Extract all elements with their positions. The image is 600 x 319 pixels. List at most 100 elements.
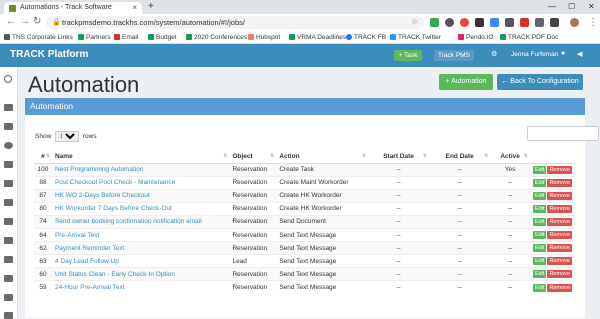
- remove-button[interactable]: Remove: [547, 257, 572, 266]
- automation-link[interactable]: 4 Day Lead Follow Up: [55, 258, 119, 265]
- edit-button[interactable]: Edit: [532, 270, 547, 279]
- bookmark-item[interactable]: Email: [114, 34, 138, 41]
- extension-icon[interactable]: [475, 18, 484, 27]
- cell-name[interactable]: 4 Day Lead Follow Up: [51, 254, 230, 268]
- bookmark-item[interactable]: 2020 Conferences: [186, 34, 247, 41]
- remove-button[interactable]: Remove: [547, 165, 572, 174]
- edit-button[interactable]: Edit: [532, 231, 547, 240]
- bookmark-item[interactable]: TNS Corporate Links: [4, 34, 73, 41]
- automation-link[interactable]: HK WO 2-Days Before Checkout: [55, 192, 150, 199]
- extension-icon[interactable]: [550, 18, 559, 27]
- column-header-start-date[interactable]: Start Date ⇅: [367, 151, 430, 164]
- edit-button[interactable]: Edit: [532, 217, 547, 226]
- edit-button[interactable]: Edit: [532, 257, 547, 266]
- extension-icon[interactable]: [520, 18, 529, 27]
- extension-icon[interactable]: [505, 18, 514, 27]
- automation-link[interactable]: Unit Status Clean - Early Check-In Optio…: [55, 271, 175, 278]
- bookmark-item[interactable]: Partners: [78, 34, 111, 41]
- entries-select[interactable]: 10: [55, 131, 80, 142]
- back-arrow-icon[interactable]: ←: [6, 16, 16, 27]
- cell-name[interactable]: HK Workorder 7 Days Before Check-Out: [51, 201, 230, 216]
- remove-button[interactable]: Remove: [547, 217, 572, 226]
- cell-name[interactable]: Payment Reminder Text: [51, 241, 230, 255]
- new-tab-icon[interactable]: +: [148, 1, 154, 12]
- remove-button[interactable]: Remove: [547, 270, 572, 279]
- dashboard-icon[interactable]: [4, 104, 13, 111]
- bookmark-item[interactable]: Hubspot: [248, 34, 280, 41]
- automation-link[interactable]: 24-Hour Pre-Arrival Text: [55, 284, 125, 291]
- automation-link[interactable]: Nest Programming Automation: [55, 166, 144, 173]
- user-icon[interactable]: ●: [561, 50, 565, 57]
- edit-button[interactable]: Edit: [532, 283, 547, 292]
- add-task-button[interactable]: + Task: [394, 50, 422, 61]
- extension-icon[interactable]: [535, 18, 544, 27]
- users-icon[interactable]: [4, 180, 13, 187]
- column-header-end-date[interactable]: End Date ⇅: [429, 151, 491, 164]
- home-icon[interactable]: [4, 161, 13, 168]
- cell-name[interactable]: Send owner booking confirmation notifica…: [51, 214, 230, 229]
- close-window-icon[interactable]: ✕: [588, 0, 595, 14]
- edit-button[interactable]: Edit: [532, 244, 547, 253]
- remove-button[interactable]: Remove: [547, 244, 572, 253]
- automation-link[interactable]: Pre-Arrival Text: [55, 232, 99, 239]
- automation-link[interactable]: Send owner booking confirmation notifica…: [55, 218, 202, 225]
- bookmark-item[interactable]: TRACK Twitter: [390, 34, 441, 41]
- search-input[interactable]: [527, 126, 599, 141]
- column-header-action[interactable]: Action ⇅: [276, 151, 368, 164]
- close-tab-icon[interactable]: ×: [132, 3, 137, 12]
- wrench-icon[interactable]: [4, 256, 13, 263]
- cell-name[interactable]: Unit Status Clean - Early Check-In Optio…: [51, 267, 230, 281]
- back-to-configuration-button[interactable]: ← Back To Configuration: [497, 74, 583, 90]
- tag-icon[interactable]: [4, 199, 13, 206]
- automation-link[interactable]: Post Checkout Pool Check - Maintenance: [55, 179, 175, 186]
- edit-button[interactable]: Edit: [532, 204, 547, 213]
- extension-icon[interactable]: [460, 18, 469, 27]
- search-icon[interactable]: [4, 75, 12, 83]
- remove-button[interactable]: Remove: [547, 231, 572, 240]
- extension-icon[interactable]: [490, 18, 499, 27]
- phone-icon[interactable]: [4, 218, 13, 225]
- check-circle-icon[interactable]: [4, 142, 13, 149]
- announcement-icon[interactable]: ◀: [577, 50, 582, 58]
- browser-tab[interactable]: Automations - Track Software ×: [4, 2, 142, 14]
- profile-avatar[interactable]: [570, 18, 579, 27]
- maximize-icon[interactable]: ☐: [568, 0, 575, 14]
- remove-button[interactable]: Remove: [547, 283, 572, 292]
- reload-icon[interactable]: ↻: [33, 16, 41, 27]
- bookmark-item[interactable]: VRMA Deadlines: [289, 34, 346, 41]
- automation-link[interactable]: Payment Reminder Text: [55, 245, 124, 252]
- bookmark-item[interactable]: Budget: [148, 34, 177, 41]
- extension-icon[interactable]: [430, 18, 439, 27]
- remove-button[interactable]: Remove: [547, 191, 572, 200]
- url-input[interactable]: 🔒 trackpmsdemo.trackhs.com/system/automa…: [46, 16, 424, 29]
- bank-icon[interactable]: [4, 275, 13, 282]
- cell-name[interactable]: Nest Programming Automation: [51, 162, 230, 177]
- extension-icon[interactable]: [445, 18, 454, 27]
- bookmark-item[interactable]: TRACK FB: [346, 34, 386, 41]
- cell-name[interactable]: Pre-Arrival Text: [51, 227, 230, 242]
- brand-logo[interactable]: TRACK Platform: [10, 49, 88, 60]
- track-pms-dropdown[interactable]: Track PMS: [434, 50, 474, 61]
- cell-name[interactable]: 24-Hour Pre-Arrival Text: [51, 280, 230, 294]
- edit-button[interactable]: Edit: [532, 178, 547, 187]
- gear-icon[interactable]: ⚙: [491, 50, 497, 58]
- column-header-active[interactable]: Active ⇅: [490, 151, 530, 164]
- cell-name[interactable]: HK WO 2-Days Before Checkout: [51, 188, 230, 203]
- automation-link[interactable]: HK Workorder 7 Days Before Check-Out: [55, 205, 172, 212]
- calendar-icon[interactable]: [4, 123, 13, 130]
- column-header-id[interactable]: # ⇅: [34, 151, 52, 164]
- minimize-icon[interactable]: —: [548, 0, 556, 14]
- chart-icon[interactable]: [4, 294, 13, 301]
- cell-name[interactable]: Post Checkout Pool Check - Maintenance: [51, 175, 230, 190]
- chrome-menu-icon[interactable]: ⋮: [588, 17, 598, 28]
- column-header-name[interactable]: Name ⇅: [51, 151, 230, 164]
- column-header-object[interactable]: Object ⇅: [229, 151, 277, 164]
- edit-button[interactable]: Edit: [532, 165, 547, 174]
- forward-arrow-icon[interactable]: →: [20, 16, 30, 27]
- megaphone-icon[interactable]: [4, 237, 13, 244]
- edit-button[interactable]: Edit: [532, 191, 547, 200]
- bookmark-item[interactable]: Pendo.IO: [458, 34, 493, 41]
- bookmark-star-icon[interactable]: ☆: [411, 17, 418, 26]
- remove-button[interactable]: Remove: [547, 178, 572, 187]
- remove-button[interactable]: Remove: [547, 204, 572, 213]
